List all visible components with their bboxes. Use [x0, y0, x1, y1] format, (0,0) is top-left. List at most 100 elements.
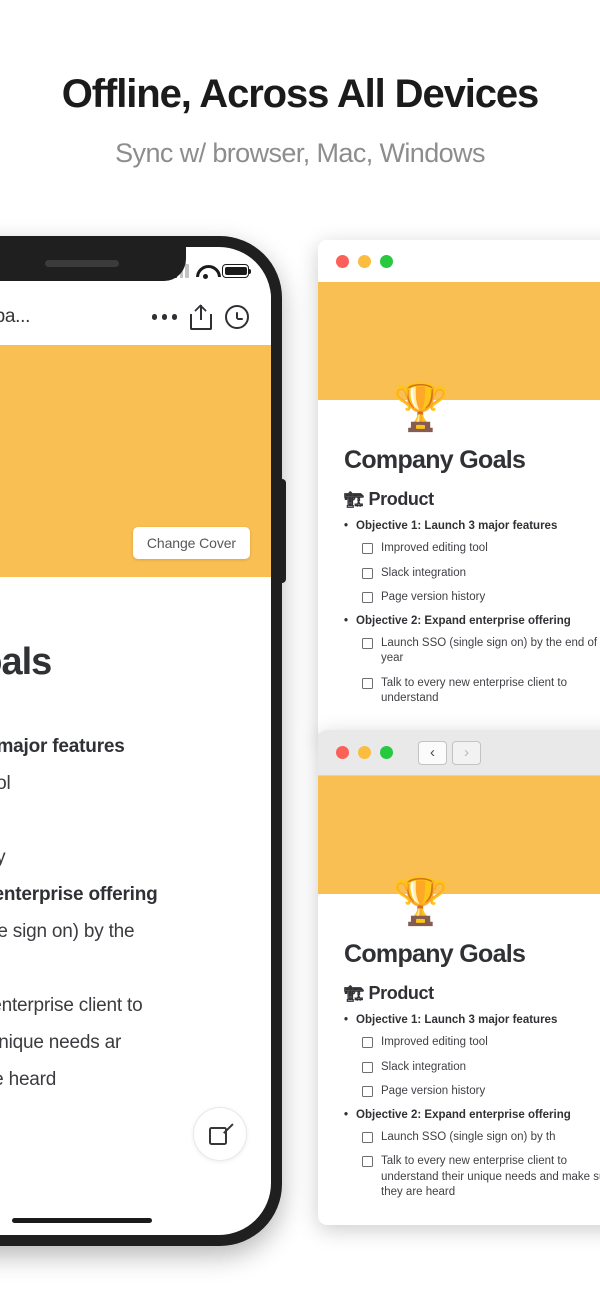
objective-label: Objective 2: Expand enterprise offering [356, 614, 571, 627]
phone-power-button[interactable] [280, 479, 286, 583]
promo-screenshot: Offline, Across All Devices Sync w/ brow… [0, 0, 600, 1299]
phone-mockup: 🏆 Compa... Change Cover y Goals aunch 3 … [0, 236, 286, 1246]
checkbox-icon[interactable] [362, 1086, 373, 1098]
window-titlebar-top [318, 240, 600, 282]
forward-button[interactable]: › [452, 740, 481, 765]
close-button[interactable] [336, 254, 349, 268]
checkbox-icon[interactable] [362, 637, 373, 649]
phone-screen: 🏆 Compa... Change Cover y Goals aunch 3 … [0, 247, 271, 1235]
phone-doc-list: aunch 3 major featuresediting toolgratio… [0, 728, 243, 1098]
list-item[interactable]: SO (single sign on) by the [0, 913, 243, 950]
phone-document: y Goals aunch 3 major featuresediting to… [0, 577, 271, 1098]
checkbox-icon[interactable] [362, 592, 373, 604]
minimize-button[interactable] [358, 746, 371, 759]
objective-label: Objective 2: Expand enterprise offering [356, 1108, 571, 1121]
checklist-label: Talk to every new enterprise client to u… [381, 676, 568, 705]
list-item[interactable]: ery new enterprise client to [0, 987, 243, 1024]
page-title: Offline, Across All Devices [61, 72, 540, 116]
objective-item[interactable]: • Objective 1: Launch 3 major features [344, 1014, 600, 1026]
maximize-button[interactable] [380, 254, 393, 268]
compose-edit-icon[interactable] [193, 1107, 247, 1161]
battery-full-icon [222, 264, 252, 278]
objective-label: Objective 1: Launch 3 major features [356, 520, 558, 532]
bullet-icon: • [344, 1014, 349, 1026]
checkbox-icon[interactable] [362, 1156, 373, 1168]
wifi-icon [196, 264, 215, 279]
checklist-item[interactable]: Page version history [344, 590, 600, 606]
checkbox-icon[interactable] [362, 677, 373, 689]
page-subtitle: Sync w/ browser, Mac, Windows [115, 138, 485, 168]
back-button[interactable]: ‹ [418, 740, 447, 765]
list-item[interactable]: aunch 3 major features [0, 728, 243, 765]
list-item[interactable]: e they are heard [0, 1061, 243, 1098]
list-item[interactable]: gration [0, 802, 243, 839]
phone-speaker [45, 260, 119, 267]
trophy-icon: 🏆 [392, 875, 450, 927]
hero-section: Offline, Across All Devices Sync w/ brow… [0, 0, 600, 169]
minimize-button[interactable] [358, 254, 371, 268]
list-item[interactable]: editing tool [0, 765, 243, 802]
checklist-item[interactable]: Improved editing tool [344, 541, 600, 557]
objective-label: Objective 1: Launch 3 major features [356, 1014, 558, 1026]
checklist-item[interactable]: Page version history [344, 1084, 600, 1100]
section-heading[interactable]: 🏗 Product [344, 983, 600, 1004]
checklist-item[interactable]: Slack integration [344, 566, 600, 582]
list-item[interactable]: ion history [0, 839, 243, 876]
checklist-label: Talk to every new enterprise client to u… [381, 1155, 600, 1199]
section-heading[interactable]: 🏗 Product [344, 489, 600, 510]
checkbox-icon[interactable] [362, 1061, 373, 1073]
construction-crane-icon: 🏗 [344, 492, 364, 509]
desktop-window-bottom: ‹ › 🏆 Company Goals 🏗 Product • Objective… [318, 730, 600, 1225]
phone-page-title[interactable]: Compa... [0, 306, 30, 328]
phone-nav-bar: 🏆 Compa... [0, 289, 271, 345]
maximize-button[interactable] [380, 746, 393, 759]
checkbox-icon[interactable] [362, 543, 373, 554]
objective-item[interactable]: • Objective 2: Expand enterprise offering [344, 615, 600, 627]
trophy-icon: 🏆 [392, 381, 450, 433]
document-title[interactable]: Company Goals [344, 446, 600, 475]
bullet-icon: • [344, 520, 349, 532]
checklist-label: Improved editing tool [381, 1036, 488, 1048]
checklist-label: Page version history [381, 591, 486, 604]
construction-crane-icon: 🏗 [344, 986, 364, 1003]
bullet-icon: • [344, 614, 349, 627]
checklist-label: Slack integration [381, 566, 467, 579]
phone-doc-title[interactable]: y Goals [0, 641, 243, 684]
bullet-icon: • [344, 1108, 349, 1121]
checklist-item[interactable]: Slack integration [344, 1060, 600, 1076]
window-titlebar-bottom: ‹ › [318, 730, 600, 776]
window-cover-image-bottom[interactable]: 🏆 [318, 776, 600, 924]
window-document-bottom: Company Goals 🏗 Product • Objective 1: La… [318, 894, 600, 1201]
clock-history-icon[interactable] [225, 305, 249, 329]
checklist-label: Launch SSO (single sign on) by the end o… [381, 636, 600, 665]
section-heading-label: Product [368, 489, 435, 509]
list-item[interactable]: nd their unique needs ar [0, 1024, 243, 1061]
checkbox-icon[interactable] [362, 567, 373, 579]
objective-item[interactable]: • Objective 1: Launch 3 major features [344, 520, 600, 532]
navigation-buttons: ‹ › [418, 740, 481, 765]
window-cover-image-top[interactable]: 🏆 [318, 282, 600, 430]
objective-item[interactable]: • Objective 2: Expand enterprise offering [344, 1109, 600, 1121]
checklist-label: Page version history [381, 1085, 486, 1098]
objectives-list: • Objective 1: Launch 3 major features Imp… [344, 520, 600, 707]
objectives-list: • Objective 1: Launch 3 major features Imp… [344, 1014, 600, 1201]
desktop-window-top: 🏆 Company Goals 🏗 Product • Objective 1: … [318, 240, 600, 740]
checklist-item[interactable]: Launch SSO (single sign on) by th [344, 1130, 600, 1146]
more-horizontal-icon[interactable] [151, 314, 177, 320]
share-icon[interactable] [190, 303, 212, 330]
section-heading-label: Product [368, 983, 435, 1003]
checklist-item[interactable]: Launch SSO (single sign on) by the end o… [344, 636, 600, 667]
checklist-label: Slack integration [381, 1060, 467, 1073]
document-title[interactable]: Company Goals [344, 940, 600, 969]
phone-cover-image[interactable]: Change Cover [0, 345, 271, 577]
checklist-item[interactable]: Talk to every new enterprise client to u… [344, 676, 600, 707]
window-document-top: Company Goals 🏗 Product • Objective 1: La… [318, 400, 600, 707]
change-cover-button[interactable]: Change Cover [132, 527, 250, 559]
checkbox-icon[interactable] [362, 1131, 373, 1143]
list-item[interactable]: e year [0, 950, 243, 987]
list-item[interactable]: Expand enterprise offering [0, 876, 243, 913]
checklist-item[interactable]: Improved editing tool [344, 1035, 600, 1051]
checkbox-icon[interactable] [362, 1037, 373, 1048]
checklist-item[interactable]: Talk to every new enterprise client to u… [344, 1154, 600, 1201]
close-button[interactable] [336, 746, 349, 759]
